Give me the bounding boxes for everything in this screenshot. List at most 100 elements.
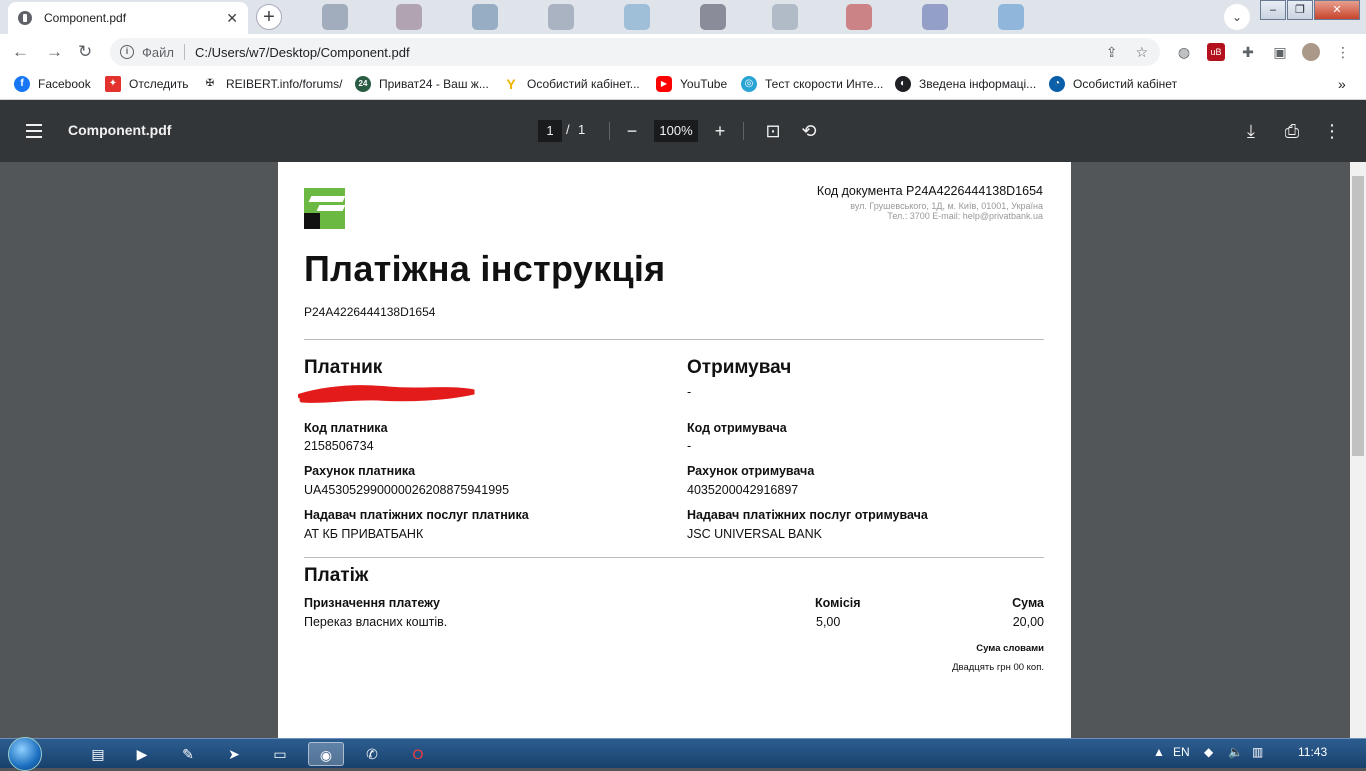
- back-arrow-icon[interactable]: ←: [12, 42, 29, 62]
- speedtest-icon: ◎: [741, 76, 757, 92]
- extensions-puzzle-icon[interactable]: ✚: [1239, 43, 1257, 61]
- bookmark-cabinet-2[interactable]: ◔ Особистий кабінет: [1049, 76, 1177, 92]
- explorer-icon[interactable]: ▤: [80, 742, 116, 766]
- antivirus-tray-icon[interactable]: ◆: [1204, 745, 1213, 759]
- payment-heading: Платіж: [304, 565, 369, 586]
- pdf-title: Component.pdf: [68, 122, 172, 138]
- amount-value: 20,00: [1012, 615, 1044, 629]
- scrollbar-thumb[interactable]: [1352, 176, 1364, 456]
- download-icon[interactable]: ⤓: [1240, 120, 1262, 142]
- bookmark-star-icon[interactable]: ☆: [1135, 44, 1148, 61]
- bookmark-cabinet-1[interactable]: Y Особистий кабінет...: [503, 76, 640, 92]
- payer-account-value: UA453052990000026208875941995: [304, 483, 510, 497]
- viber-icon[interactable]: ✆: [354, 742, 390, 766]
- restore-button[interactable]: ❐: [1287, 0, 1313, 20]
- divider: [183, 44, 185, 60]
- close-window-button[interactable]: ✕: [1314, 0, 1360, 20]
- zoom-in-icon[interactable]: +: [709, 120, 731, 142]
- bookmark-label: YouTube: [680, 77, 728, 91]
- url-scheme: Файл: [142, 44, 174, 60]
- recipient-provider-value: JSC UNIVERSAL BANK: [687, 527, 822, 541]
- bookmark-youtube[interactable]: ▶ YouTube: [656, 76, 727, 92]
- bookmark-label: Facebook: [38, 77, 91, 91]
- globe-extension-icon[interactable]: ◍: [1175, 43, 1193, 61]
- recipient-code-label: Код отримувача: [687, 421, 787, 435]
- blurred-window-icon: [772, 4, 798, 30]
- side-panel-icon[interactable]: ▣: [1271, 43, 1289, 61]
- bookmark-label: Особистий кабінет: [1073, 77, 1178, 91]
- ublock-icon[interactable]: uB: [1207, 43, 1225, 61]
- page-number-input[interactable]: 1: [538, 120, 562, 142]
- volume-icon[interactable]: 🔈: [1228, 745, 1243, 759]
- bookmark-track[interactable]: ✦ Отследить: [105, 76, 189, 92]
- minimize-button[interactable]: –: [1260, 0, 1286, 20]
- purpose-value: Переказ власних коштів.: [304, 615, 448, 629]
- bookmark-reibert[interactable]: ✠ REIBERT.info/forums/: [202, 76, 343, 92]
- network-icon[interactable]: ▥: [1252, 745, 1263, 759]
- opera-icon[interactable]: O: [400, 742, 436, 766]
- media-player-icon[interactable]: ▶: [124, 742, 160, 766]
- address-line: вул. Грушевського, 1Д, м. Київ, 01001, У…: [850, 201, 1043, 211]
- file-globe-icon: [18, 11, 32, 25]
- amount-in-words-value: Двадцять грн 00 коп.: [952, 662, 1044, 673]
- bookmarks-overflow-icon[interactable]: »: [1338, 76, 1346, 92]
- tab-component-pdf[interactable]: Component.pdf ✕: [8, 2, 248, 34]
- tab-search-button[interactable]: ⌄: [1224, 4, 1250, 30]
- vertical-scrollbar[interactable]: [1350, 162, 1366, 738]
- commission-label: Комісія: [815, 596, 861, 610]
- payer-account-label: Рахунок платника: [304, 464, 416, 478]
- bookmarks-bar: f Facebook ✦ Отследить ✠ REIBERT.info/forum…: [0, 70, 1366, 100]
- page-separator: /: [566, 122, 570, 137]
- pdf-viewer[interactable]: Код документа P24A4226444138D1654 вул. Г…: [0, 162, 1350, 738]
- print-icon[interactable]: ⎙: [1281, 120, 1303, 142]
- notepad-icon[interactable]: ✎: [170, 742, 206, 766]
- recipient-code-value: -: [687, 439, 692, 453]
- address-bar[interactable]: i Файл C:/Users/w7/Desktop/Component.pdf…: [110, 38, 1160, 66]
- bookmark-summary[interactable]: ◐ Зведена інформаці...: [895, 76, 1036, 92]
- blurred-window-icon: [548, 4, 574, 30]
- blurred-window-icon: [700, 4, 726, 30]
- document-title: Платіжна інструкція: [304, 248, 666, 289]
- window-icon[interactable]: ▭: [262, 742, 298, 766]
- info-icon[interactable]: i: [120, 45, 134, 59]
- start-button[interactable]: [8, 737, 42, 771]
- clock[interactable]: 11:43: [1298, 745, 1327, 759]
- blurred-window-icon: [922, 4, 948, 30]
- kebab-menu-icon[interactable]: ⋮: [1334, 43, 1352, 61]
- zoom-input[interactable]: 100%: [654, 120, 698, 142]
- bookmark-label: Зведена інформаці...: [919, 77, 1037, 91]
- bookmark-speedtest[interactable]: ◎ Тест скорости Инте...: [741, 76, 883, 92]
- page-total: 1: [578, 122, 586, 137]
- language-indicator[interactable]: EN: [1173, 745, 1190, 759]
- payer-provider-value: АТ КБ ПРИВАТБАНК: [304, 527, 424, 541]
- payer-heading: Платник: [304, 357, 383, 378]
- bookmark-facebook[interactable]: f Facebook: [14, 76, 91, 92]
- new-tab-button[interactable]: +: [256, 4, 282, 30]
- menu-icon[interactable]: [26, 124, 42, 138]
- payer-provider-label: Надавач платіжних послуг платника: [304, 508, 529, 522]
- recipient-provider-label: Надавач платіжних послуг отримувача: [687, 508, 928, 522]
- forward-arrow-icon[interactable]: →: [46, 42, 63, 62]
- show-hidden-icons[interactable]: ▲: [1153, 745, 1165, 759]
- divider: [609, 122, 610, 140]
- reload-icon[interactable]: ↻: [78, 42, 92, 62]
- contact-line: Тел.: 3700 E-mail: help@privatbank.ua: [887, 211, 1043, 221]
- bookmark-privat24[interactable]: 24 Приват24 - Ваш ж...: [355, 76, 489, 92]
- rotate-icon[interactable]: ⟲: [798, 120, 820, 142]
- chrome-icon[interactable]: ◉: [308, 742, 344, 766]
- profile-avatar[interactable]: [1302, 43, 1320, 61]
- zoom-out-icon[interactable]: −: [621, 120, 643, 142]
- url-text[interactable]: C:/Users/w7/Desktop/Component.pdf: [195, 45, 410, 60]
- privatbank-logo: [304, 188, 346, 229]
- telegram-icon[interactable]: ➤: [216, 742, 252, 766]
- tab-close-icon[interactable]: ✕: [226, 10, 238, 27]
- recipient-name-value: -: [687, 385, 692, 399]
- pdf-toolbar: Component.pdf 1 / 1 − 100% + ⊡ ⟲ ⤓ ⎙ ⋮: [0, 100, 1366, 162]
- nova-poshta-icon: ✦: [105, 76, 121, 92]
- more-options-icon[interactable]: ⋮: [1321, 120, 1343, 142]
- blurred-window-icon: [472, 4, 498, 30]
- bookmark-label: Особистий кабінет...: [527, 77, 640, 91]
- fit-to-page-icon[interactable]: ⊡: [762, 120, 784, 142]
- pdf-page: Код документа P24A4226444138D1654 вул. Г…: [278, 162, 1071, 738]
- share-icon[interactable]: ⇪: [1106, 44, 1118, 61]
